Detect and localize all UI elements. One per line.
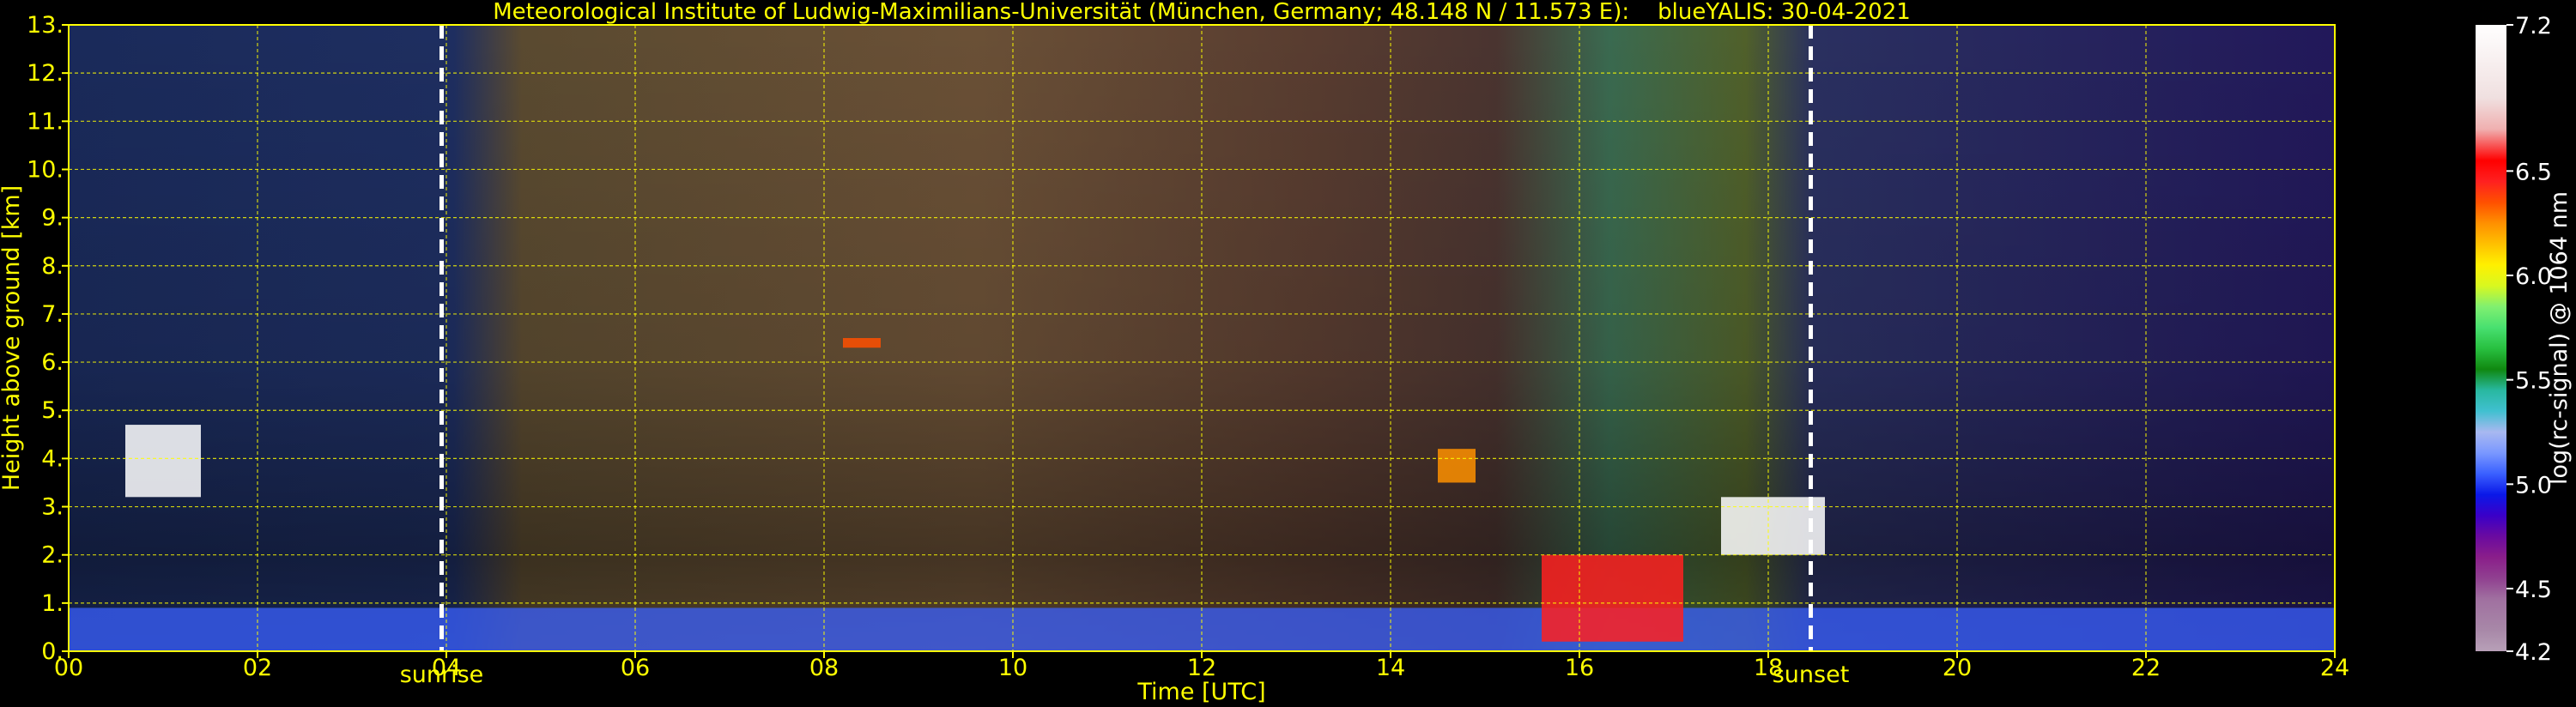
feature-cloud-15-17 [1542,554,1683,642]
x-tick-label: 20 [1943,655,1972,681]
colorbar-label: log(rc-signal) @ 1064 nm [2546,191,2573,485]
y-tick-label: 0. [41,638,64,665]
y-tick-label: 4. [41,445,64,472]
colorbar-ticks: 4.24.55.05.56.06.57.2 [2506,13,2552,666]
y-tick-label: 8. [41,253,64,280]
x-tick-label: 14 [1376,655,1405,681]
y-tick-label: 9. [41,205,64,232]
y-tick-label: 11. [27,108,64,135]
colorbar-tick-label: 7.2 [2515,13,2552,39]
y-tick-label: 6. [41,349,64,376]
y-tick-label: 10. [27,156,64,183]
x-tick-label: 22 [2131,655,2161,681]
plot-area [68,24,2336,652]
feature-elevated-aerosol-00-01 [125,425,201,498]
y-axis-ticks: 0. 1. 2. 3. 4. 5. 6. 7. 8. 9. 10. 11. 12. 13. [27,12,69,665]
y-tick-label: 13. [27,12,64,39]
colorbar: 4.24.55.05.56.06.57.2 log(rc-signal) @ 1… [2476,13,2573,666]
x-axis-ticks: 00 02 04 06 08 10 12 14 16 18 20 22 24 [54,651,2349,681]
x-tick-label: 08 [809,655,839,681]
feature-cloud-08-4 [843,338,881,348]
y-tick-label: 12. [27,60,64,87]
sunrise-label: sunrise [400,662,484,688]
lidar-plot: 00 02 04 06 08 10 12 14 16 18 20 22 24 0.1.2.3.4.5.6… [0,0,2573,705]
chart-title: Meteorological Institute of Ludwig-Maxim… [493,0,1911,25]
x-tick-label: 12 [1187,655,1216,681]
x-tick-label: 16 [1565,655,1594,681]
x-tick-label: 02 [243,655,272,681]
colorbar-tick-label: 6.5 [2515,159,2552,185]
y-tick-label: 2. [41,542,64,569]
feature-cloud-14-5 [1438,449,1476,483]
colorbar-scale [2476,25,2506,651]
colorbar-tick-label: 4.2 [2515,639,2552,666]
x-tick-label: 10 [998,655,1027,681]
y-tick-label: 1. [41,590,64,617]
y-tick-label: 7. [41,301,64,328]
x-tick-label: 24 [2320,655,2349,681]
colorbar-tick-label: 4.5 [2515,577,2552,603]
sunset-label: sunset [1773,662,1850,688]
x-tick-label: 06 [621,655,650,681]
y-tick-label: 3. [41,494,64,521]
x-axis-label: Time [UTC] [1136,679,1265,705]
y-axis-label: Height above ground [km] [0,185,25,491]
y-tick-label: 5. [41,397,64,424]
